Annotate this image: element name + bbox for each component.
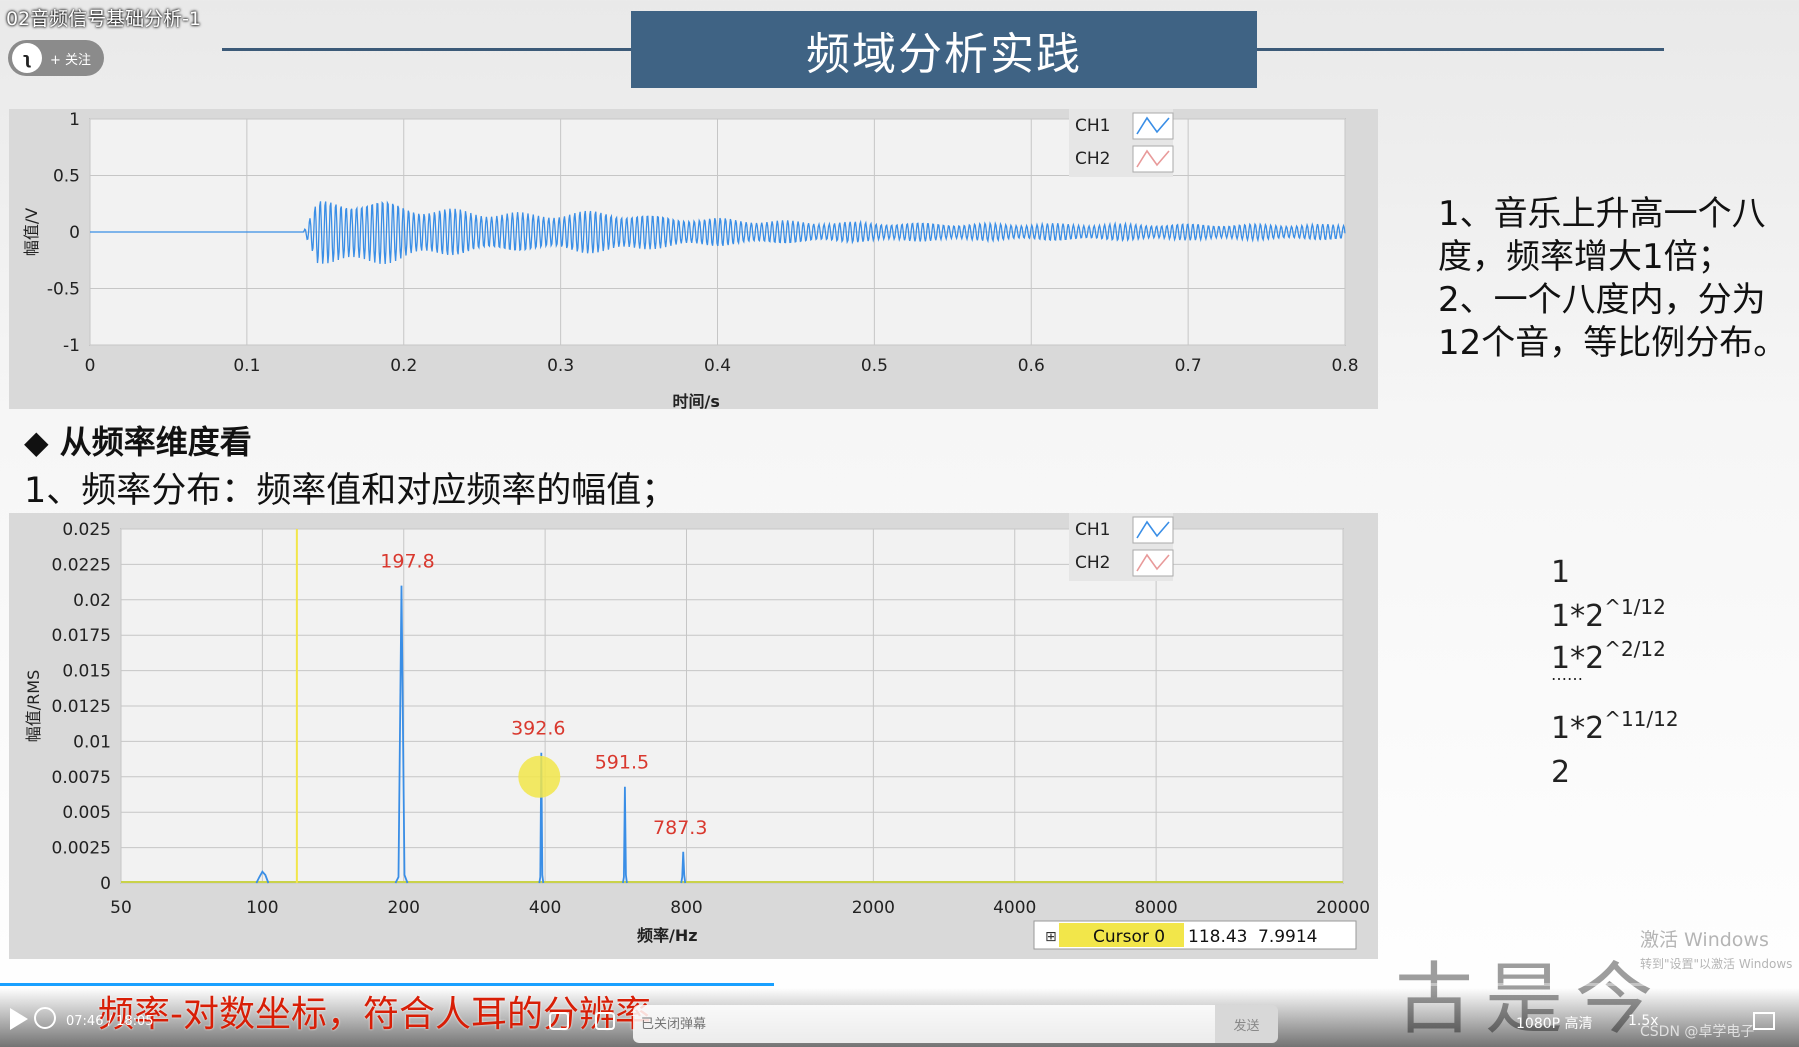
y-tick-label: -0.5 xyxy=(47,280,80,300)
time-display: 07:46 / 18:05 xyxy=(66,1014,154,1029)
quality-selector[interactable]: 1080P 高清 xyxy=(1516,1013,1593,1033)
x-tick-label: 100 xyxy=(246,898,278,918)
section-heading: ◆ 从频率维度看 xyxy=(24,423,252,461)
slide-title: 频域分析实践 xyxy=(631,11,1257,88)
legend-label: CH1 xyxy=(1075,520,1110,540)
octave-note-line: 12个音，等比例分布。 xyxy=(1438,323,1788,363)
follow-button[interactable]: ʅ + 关注 xyxy=(8,40,104,76)
x-tick-label: 0.8 xyxy=(1331,356,1358,376)
x-tick-label: 0.7 xyxy=(1175,356,1202,376)
ratio-item: 1*2^1/12 xyxy=(1551,595,1666,634)
next-icon[interactable] xyxy=(34,1007,56,1029)
y-tick-label: 0.5 xyxy=(53,167,80,187)
windows-activation-watermark: 激活 Windows xyxy=(1640,929,1769,951)
y-axis-label: 幅值/V xyxy=(22,208,41,256)
waveform-chart: 0 0.1 0.2 0.3 0.4 0.5 0.6 0.7 0.8 1 0.5 0 -0.5 -1 时间/s… xyxy=(22,109,1359,411)
ratio-exponent: ^1/12 xyxy=(1604,595,1666,619)
legend-label: CH2 xyxy=(1075,149,1110,169)
y-tick-label: 0.005 xyxy=(62,803,111,823)
cursor-name: Cursor 0 xyxy=(1093,927,1165,947)
ratio-ellipsis: …… xyxy=(1551,665,1583,684)
ratio-item: 1*2^11/12 xyxy=(1551,707,1679,746)
y-tick-label: 0.0225 xyxy=(52,555,111,575)
y-tick-label: 0.0125 xyxy=(52,697,111,717)
x-tick-label: 0.6 xyxy=(1018,356,1045,376)
y-axis-label: 幅值/RMS xyxy=(24,670,43,742)
x-tick-label: 50 xyxy=(110,898,132,918)
ratio-item: 2 xyxy=(1551,755,1571,790)
x-tick-label: 0 xyxy=(85,356,96,376)
x-tick-label: 8000 xyxy=(1134,898,1177,918)
x-tick-label: 0.1 xyxy=(233,356,260,376)
y-tick-label: 0.0075 xyxy=(52,768,111,788)
x-tick-label: 2000 xyxy=(852,898,895,918)
y-tick-label: 0.015 xyxy=(62,662,111,682)
peak-label: 392.6 xyxy=(511,718,565,740)
octave-note-line: 1、音乐上升高一个八 xyxy=(1438,194,1766,234)
x-tick-label: 0.4 xyxy=(704,356,731,376)
y-tick-label: 0.01 xyxy=(73,732,111,752)
spectrum-chart-panel: 50 100 200 400 800 2000 4000 8000 20000 0.025 0.02… xyxy=(9,513,1378,959)
ratio-exponent: ^2/12 xyxy=(1604,637,1666,661)
video-title: 02音频信号基础分析-1 xyxy=(6,8,202,30)
legend-label: CH2 xyxy=(1075,553,1110,573)
send-button[interactable]: 发送 xyxy=(1215,1005,1278,1043)
y-tick-label: 1 xyxy=(69,110,80,130)
peak-label: 197.8 xyxy=(380,551,434,573)
y-tick-label: -1 xyxy=(63,336,80,356)
octave-note-line: 度，频率增大1倍； xyxy=(1438,237,1732,277)
follow-label: + 关注 xyxy=(50,52,92,68)
danmaku-toggle-icon[interactable] xyxy=(549,1012,569,1030)
x-tick-label: 0.2 xyxy=(390,356,417,376)
cursor-y-value: 7.9914 xyxy=(1258,927,1317,947)
x-tick-label: 0.3 xyxy=(547,356,574,376)
ratio-item: 1 xyxy=(1551,555,1571,590)
x-tick-label: 400 xyxy=(529,898,561,918)
cursor-x-value: 118.43 xyxy=(1188,927,1247,947)
cursor-expand-icon: ⊞ xyxy=(1045,929,1057,945)
danmaku-input[interactable] xyxy=(633,1005,1215,1043)
y-tick-label: 0.02 xyxy=(73,591,111,611)
x-tick-label: 0.5 xyxy=(861,356,888,376)
fullscreen-icon[interactable] xyxy=(1753,1012,1775,1030)
x-axis-label: 频率/Hz xyxy=(637,926,698,945)
mouse-highlight xyxy=(518,755,561,798)
waveform-chart-panel: 0 0.1 0.2 0.3 0.4 0.5 0.6 0.7 0.8 1 0.5 0 -0.5 -1 时间/s… xyxy=(9,109,1378,411)
csdn-watermark: CSDN @卓学电子 xyxy=(1640,1024,1755,1040)
x-tick-label: 200 xyxy=(388,898,420,918)
play-icon[interactable] xyxy=(10,1008,28,1030)
octave-notes: 1、音乐上升高一个八 度，频率增大1倍； 2、一个八度内，分为 12个音，等比例… xyxy=(1438,193,1793,365)
y-tick-label: 0 xyxy=(100,874,111,894)
subtitle: 频率-对数坐标，符合人耳的分辨率 xyxy=(98,994,651,1035)
x-tick-label: 4000 xyxy=(993,898,1036,918)
cursor-readout: ⊞ Cursor 0 118.43 7.9914 xyxy=(1033,920,1357,950)
y-tick-label: 0.0175 xyxy=(52,626,111,646)
spectrum-chart: 50 100 200 400 800 2000 4000 8000 20000 0.025 0.02… xyxy=(24,513,1370,950)
y-tick-label: 0.0025 xyxy=(52,839,111,859)
x-tick-label: 800 xyxy=(670,898,702,918)
avatar[interactable]: ʅ xyxy=(12,43,42,73)
ratio-exponent: ^11/12 xyxy=(1604,707,1679,731)
peak-label: 787.3 xyxy=(653,817,707,839)
x-axis-label: 时间/s xyxy=(673,392,720,409)
frequency-distribution-text: 1、频率分布：频率值和对应频率的幅值； xyxy=(24,471,677,511)
ratio-base: 1*2 xyxy=(1551,711,1605,746)
legend-label: CH1 xyxy=(1075,116,1110,136)
danmaku-settings-icon[interactable] xyxy=(595,1012,615,1030)
y-tick-label: 0.025 xyxy=(62,520,111,540)
peak-label: 591.5 xyxy=(595,752,649,774)
octave-note-line: 2、一个八度内，分为 xyxy=(1438,280,1766,320)
windows-activation-hint: 转到"设置"以激活 Windows xyxy=(1640,957,1793,971)
ratio-base: 1*2 xyxy=(1551,599,1605,634)
y-tick-label: 0 xyxy=(69,223,80,243)
x-tick-label: 20000 xyxy=(1316,898,1370,918)
